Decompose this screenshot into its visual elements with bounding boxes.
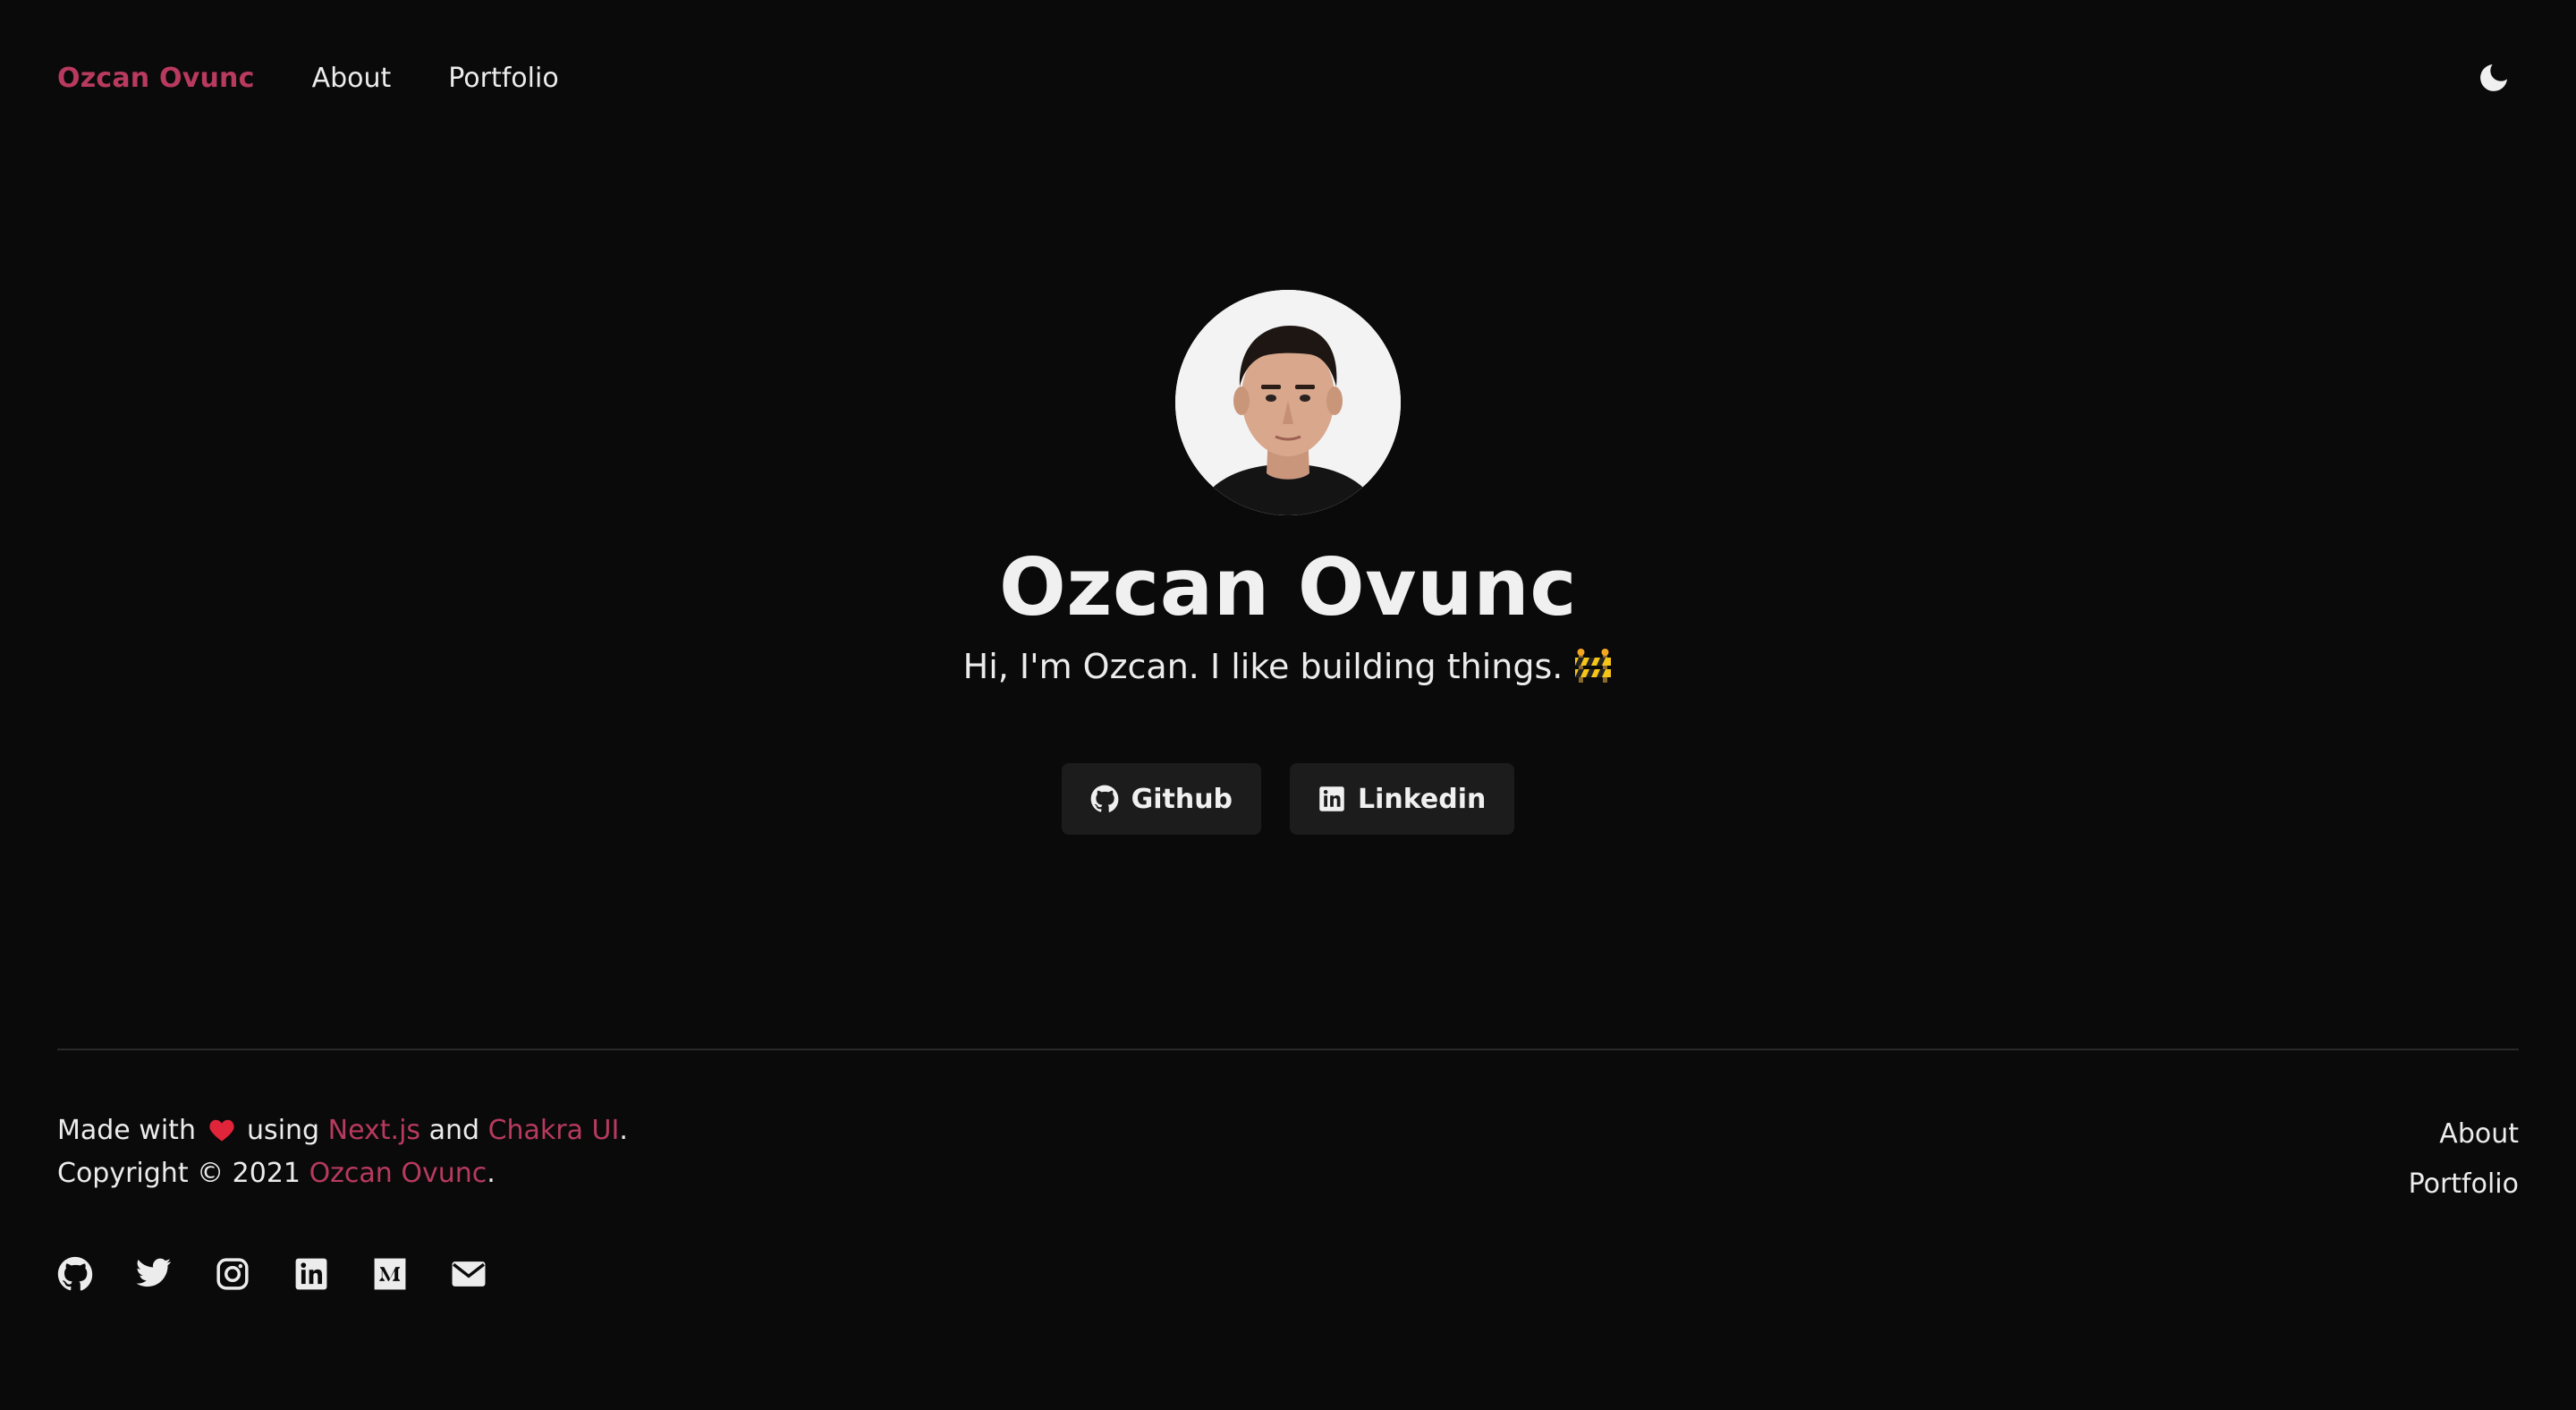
moon-icon xyxy=(2480,64,2507,91)
github-social-link[interactable] xyxy=(57,1256,93,1292)
period-text: . xyxy=(619,1115,628,1146)
nav-about-link[interactable]: About xyxy=(312,63,392,94)
copyright-text: Copyright © 2021 xyxy=(57,1158,301,1189)
nav-portfolio-link[interactable]: Portfolio xyxy=(448,63,558,94)
github-button[interactable]: Github xyxy=(1061,763,1262,836)
social-links xyxy=(57,1256,487,1292)
site-header: Ozcan Ovunc About Portfolio xyxy=(57,52,2519,104)
mail-icon xyxy=(452,1261,486,1287)
author-link[interactable]: Ozcan Ovunc xyxy=(309,1158,487,1189)
footer-divider xyxy=(57,1049,2519,1050)
footer-credits: Made with using Next.js and Chakra UI. C… xyxy=(57,1109,628,1195)
copyright-line: Copyright © 2021 Ozcan Ovunc. xyxy=(57,1152,628,1195)
heart-icon xyxy=(208,1119,234,1142)
using-text: using xyxy=(247,1115,320,1146)
github-icon xyxy=(1090,785,1118,813)
nextjs-link[interactable]: Next.js xyxy=(328,1115,420,1146)
brand-link[interactable]: Ozcan Ovunc xyxy=(57,63,255,94)
made-with-line: Made with using Next.js and Chakra UI. xyxy=(57,1109,628,1152)
theme-toggle-button[interactable] xyxy=(2469,53,2519,103)
linkedin-icon xyxy=(295,1258,327,1290)
medium-icon xyxy=(374,1258,406,1290)
twitter-social-link[interactable] xyxy=(136,1256,172,1292)
hero-title: Ozcan Ovunc xyxy=(999,541,1577,633)
footer-about-link[interactable]: About xyxy=(2409,1109,2519,1159)
mail-social-link[interactable] xyxy=(451,1256,487,1292)
avatar xyxy=(1175,290,1401,515)
medium-social-link[interactable] xyxy=(372,1256,408,1292)
copyright-period: . xyxy=(487,1158,496,1189)
footer-portfolio-link[interactable]: Portfolio xyxy=(2409,1159,2519,1210)
instagram-social-link[interactable] xyxy=(215,1256,250,1292)
hero-subtitle-text: Hi, I'm Ozcan. I like building things. xyxy=(962,647,1563,687)
hero-buttons: Github Linkedin xyxy=(1061,763,1515,836)
twitter-icon xyxy=(136,1258,171,1287)
and-text: and xyxy=(428,1115,480,1146)
github-button-label: Github xyxy=(1131,783,1233,815)
linkedin-icon xyxy=(1319,786,1344,811)
linkedin-button[interactable]: Linkedin xyxy=(1290,763,1515,836)
github-icon xyxy=(57,1256,93,1291)
construction-barrier-icon xyxy=(1575,649,1612,684)
hero-section: Ozcan Ovunc Hi, I'm Ozcan. I like buildi… xyxy=(0,290,2576,836)
hero-subtitle: Hi, I'm Ozcan. I like building things. xyxy=(963,647,1614,686)
instagram-icon xyxy=(216,1258,249,1290)
chakra-ui-link[interactable]: Chakra UI xyxy=(488,1115,620,1146)
linkedin-button-label: Linkedin xyxy=(1358,783,1487,815)
linkedin-social-link[interactable] xyxy=(293,1256,329,1292)
footer-nav: About Portfolio xyxy=(2409,1109,2519,1210)
made-with-text: Made with xyxy=(57,1115,196,1146)
